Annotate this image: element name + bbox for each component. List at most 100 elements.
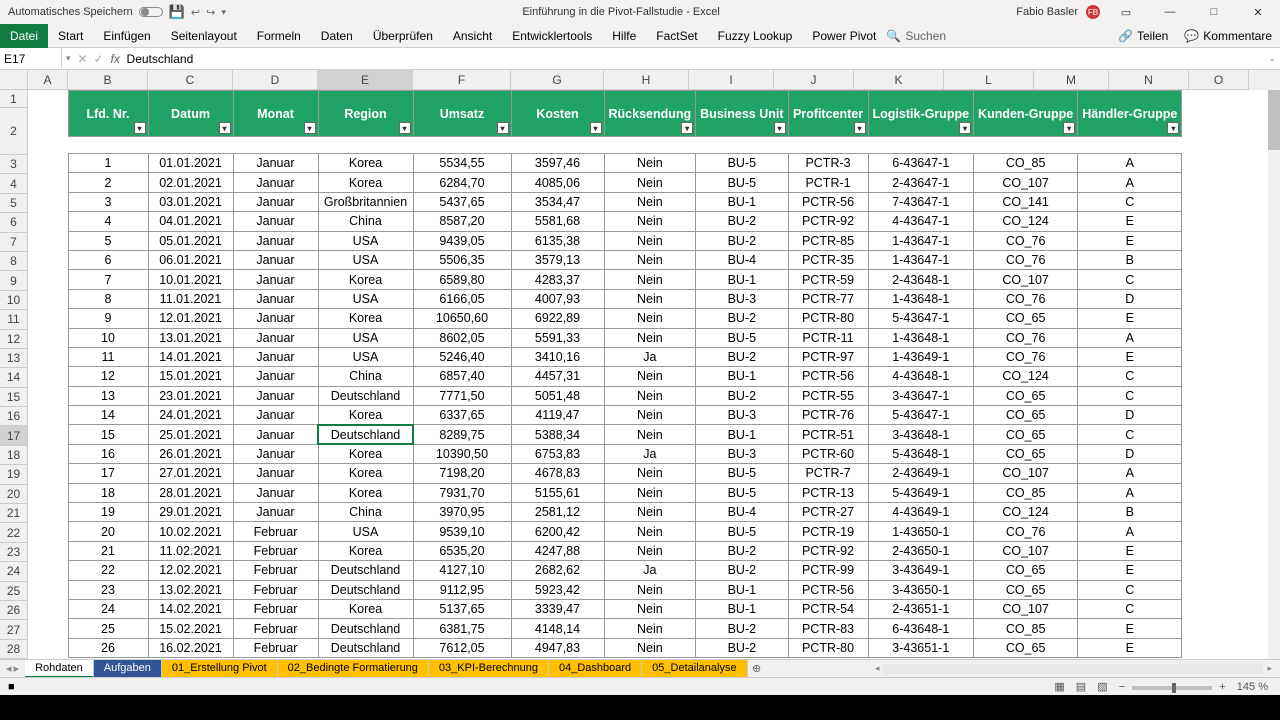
ribbon-mode-icon[interactable]: ▭ — [1108, 0, 1144, 24]
table-cell[interactable]: Januar — [233, 503, 318, 522]
col-header-D[interactable]: D — [233, 70, 318, 90]
table-cell[interactable]: 17 — [68, 464, 148, 483]
sheet-tab[interactable]: 01_Erstellung Pivot — [162, 660, 278, 678]
sheet-tab[interactable]: Aufgaben — [94, 660, 162, 678]
table-cell[interactable]: CO_107 — [974, 173, 1078, 192]
table-cell[interactable]: Ja — [604, 444, 696, 463]
table-cell[interactable]: 8587,20 — [413, 212, 511, 231]
search-box[interactable]: 🔍 Suchen — [886, 29, 946, 43]
col-header-A[interactable]: A — [28, 70, 68, 90]
table-cell[interactable]: 4457,31 — [511, 367, 604, 386]
row-header-27[interactable]: 27 — [0, 620, 28, 639]
table-cell[interactable]: PCTR-11 — [788, 328, 868, 347]
row-header-17[interactable]: 17 — [0, 426, 28, 445]
table-cell[interactable]: 5534,55 — [413, 154, 511, 173]
table-cell[interactable]: CO_65 — [974, 580, 1078, 599]
hscroll-left-icon[interactable]: ◂ — [875, 663, 880, 674]
table-cell[interactable]: Februar — [233, 541, 318, 560]
table-cell[interactable]: C — [1078, 270, 1182, 289]
table-cell[interactable]: Januar — [233, 406, 318, 425]
table-cell[interactable]: PCTR-60 — [788, 444, 868, 463]
filter-dropdown-icon[interactable]: ▾ — [681, 122, 693, 134]
table-cell[interactable]: 01.01.2021 — [148, 154, 233, 173]
sheet-tab[interactable]: Rohdaten — [25, 660, 94, 678]
table-cell[interactable]: Januar — [233, 192, 318, 211]
undo-icon[interactable]: ↩ — [191, 6, 200, 19]
table-cell[interactable]: 23.01.2021 — [148, 386, 233, 405]
table-cell[interactable]: PCTR-59 — [788, 270, 868, 289]
table-cell[interactable]: 20 — [68, 522, 148, 541]
table-cell[interactable]: USA — [318, 522, 413, 541]
table-header[interactable]: Logistik-Gruppe▾ — [868, 91, 974, 137]
row-header-3[interactable]: 3 — [0, 155, 28, 174]
table-cell[interactable]: 4119,47 — [511, 406, 604, 425]
table-cell[interactable]: Nein — [604, 192, 696, 211]
table-cell[interactable]: 2-43648-1 — [868, 270, 974, 289]
table-cell[interactable]: USA — [318, 347, 413, 366]
table-cell[interactable]: 2682,62 — [511, 561, 604, 580]
table-cell[interactable]: 6200,42 — [511, 522, 604, 541]
table-cell[interactable]: 4007,93 — [511, 289, 604, 308]
table-cell[interactable]: 5-43649-1 — [868, 483, 974, 502]
table-cell[interactable]: 1-43647-1 — [868, 250, 974, 269]
table-cell[interactable]: Januar — [233, 367, 318, 386]
filter-dropdown-icon[interactable]: ▾ — [959, 122, 971, 134]
row-header-22[interactable]: 22 — [0, 523, 28, 542]
table-cell[interactable]: USA — [318, 231, 413, 250]
table-cell[interactable]: 12.01.2021 — [148, 309, 233, 328]
table-cell[interactable]: 4148,14 — [511, 619, 604, 638]
table-cell[interactable]: 3-43651-1 — [868, 638, 974, 657]
ribbon-tab-daten[interactable]: Daten — [311, 24, 363, 48]
col-header-J[interactable]: J — [774, 70, 854, 90]
table-cell[interactable]: 1-43648-1 — [868, 328, 974, 347]
table-cell[interactable]: PCTR-77 — [788, 289, 868, 308]
table-cell[interactable]: BU-2 — [696, 212, 788, 231]
ribbon-tab-formeln[interactable]: Formeln — [247, 24, 311, 48]
table-cell[interactable]: BU-3 — [696, 444, 788, 463]
table-header[interactable]: Kunden-Gruppe▾ — [974, 91, 1078, 137]
table-cell[interactable]: 05.01.2021 — [148, 231, 233, 250]
table-cell[interactable]: 4247,88 — [511, 541, 604, 560]
table-cell[interactable]: CO_65 — [974, 638, 1078, 657]
table-cell[interactable]: PCTR-7 — [788, 464, 868, 483]
col-header-F[interactable]: F — [413, 70, 511, 90]
table-cell[interactable]: 3410,16 — [511, 347, 604, 366]
table-cell[interactable]: Januar — [233, 425, 318, 444]
filter-dropdown-icon[interactable]: ▾ — [134, 122, 146, 134]
table-cell[interactable]: C — [1078, 599, 1182, 618]
row-header-28[interactable]: 28 — [0, 640, 28, 659]
table-cell[interactable]: Korea — [318, 309, 413, 328]
table-cell[interactable]: PCTR-51 — [788, 425, 868, 444]
table-cell[interactable]: Nein — [604, 250, 696, 269]
table-cell[interactable]: PCTR-80 — [788, 638, 868, 657]
table-cell[interactable]: BU-1 — [696, 580, 788, 599]
table-cell[interactable]: 10650,60 — [413, 309, 511, 328]
table-cell[interactable]: CO_124 — [974, 503, 1078, 522]
table-cell[interactable]: 24 — [68, 599, 148, 618]
ribbon-tab-start[interactable]: Start — [48, 24, 93, 48]
table-cell[interactable]: 3339,47 — [511, 599, 604, 618]
row-header-2[interactable]: 2 — [0, 108, 28, 155]
table-cell[interactable]: D — [1078, 406, 1182, 425]
table-cell[interactable]: Korea — [318, 541, 413, 560]
row-header-8[interactable]: 8 — [0, 252, 28, 271]
table-cell[interactable]: 6922,89 — [511, 309, 604, 328]
table-cell[interactable]: USA — [318, 250, 413, 269]
fx-icon[interactable]: fx — [107, 52, 121, 66]
table-cell[interactable]: BU-2 — [696, 638, 788, 657]
table-cell[interactable]: A — [1078, 154, 1182, 173]
table-cell[interactable]: E — [1078, 541, 1182, 560]
ribbon-tab-datei[interactable]: Datei — [0, 24, 48, 48]
table-cell[interactable]: C — [1078, 367, 1182, 386]
table-cell[interactable]: CO_76 — [974, 328, 1078, 347]
filter-dropdown-icon[interactable]: ▾ — [497, 122, 509, 134]
add-sheet-button[interactable]: ⊕ — [748, 662, 766, 675]
table-cell[interactable]: BU-2 — [696, 347, 788, 366]
table-cell[interactable]: Februar — [233, 522, 318, 541]
row-header-10[interactable]: 10 — [0, 291, 28, 310]
table-cell[interactable]: Januar — [233, 464, 318, 483]
ribbon-tab-fuzzy lookup[interactable]: Fuzzy Lookup — [708, 24, 803, 48]
table-cell[interactable]: PCTR-3 — [788, 154, 868, 173]
table-cell[interactable]: Januar — [233, 328, 318, 347]
table-cell[interactable]: 5923,42 — [511, 580, 604, 599]
